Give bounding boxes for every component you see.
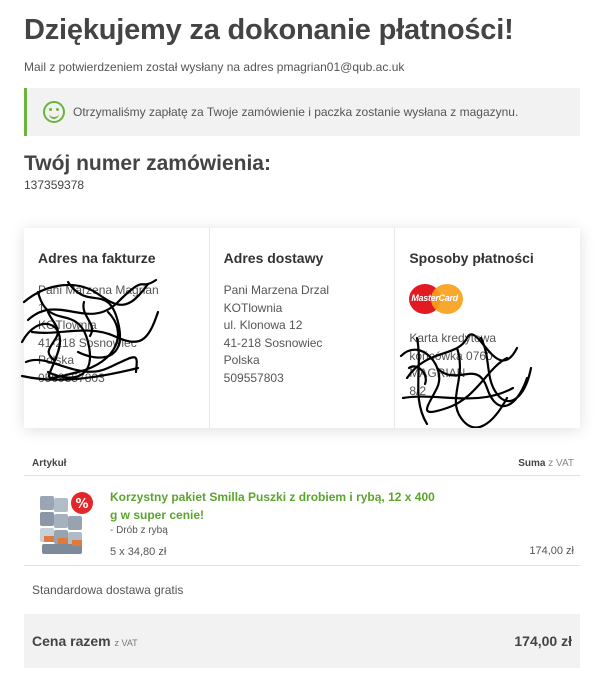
payment-line: końcówka 0760 bbox=[409, 348, 493, 363]
payment-method: Sposoby płatności MasterCard Karta kredy… bbox=[395, 228, 580, 428]
product-variant: - Drób z rybą bbox=[110, 525, 168, 536]
total-suffix: z VAT bbox=[114, 638, 138, 648]
total-label: Cena razem bbox=[32, 633, 111, 649]
billing-line: Pani Marzena Magrian bbox=[38, 283, 159, 297]
delivery-line: Polska bbox=[223, 353, 260, 367]
billing-line: KOTlownia bbox=[38, 318, 97, 332]
product-quantity: 5 x 34,80 zł bbox=[110, 546, 167, 558]
total-label-group: Cena razem z VAT bbox=[32, 633, 138, 649]
delivery-line: ul. Klonowa 12 bbox=[223, 318, 303, 332]
product-image: % bbox=[40, 492, 93, 554]
column-sum-suffix: z VAT bbox=[548, 458, 574, 469]
confirmation-email-text: Mail z potwierdzeniem został wysłany na … bbox=[24, 60, 405, 74]
delivery-line: 41-218 Sosnowiec bbox=[223, 335, 323, 350]
billing-title: Adres na fakturze bbox=[38, 250, 156, 266]
product-name-link[interactable]: Korzystny pakiet Smilla Puszki z drobiem… bbox=[110, 488, 440, 524]
order-number: 137359378 bbox=[24, 178, 85, 192]
delivery-line: Pani Marzena Drzal bbox=[223, 283, 330, 297]
billing-line: 0509557803 bbox=[38, 370, 105, 385]
discount-badge: % bbox=[75, 497, 88, 512]
delivery-line: 509557803 bbox=[223, 370, 284, 385]
total-summary: Cena razem z VAT 174,00 zł bbox=[24, 614, 580, 668]
mastercard-logo-text: MasterCard bbox=[411, 293, 458, 303]
product-sum: 174,00 zł bbox=[529, 545, 574, 557]
notice-text: Otrzymaliśmy zapłatę za Twoje zamówienie… bbox=[73, 105, 519, 119]
shipping-info: Standardowa dostawa gratis bbox=[32, 583, 184, 597]
mastercard-logo: MasterCard bbox=[409, 282, 464, 316]
table-row: % Korzystny pakiet Smilla Puszki z drobi… bbox=[24, 476, 580, 566]
page-title: Dziękujemy za dokonanie płatności! bbox=[24, 14, 514, 46]
column-item: Artykuł bbox=[32, 458, 67, 469]
billing-line: 41-218 Sosnowiec bbox=[38, 335, 137, 350]
payment-line: MAGRIAN bbox=[409, 366, 466, 380]
payment-line: 8/2 bbox=[409, 383, 427, 398]
billing-line: 1 bbox=[38, 300, 45, 315]
column-sum: Suma z VAT bbox=[518, 458, 574, 469]
column-sum-label: Suma bbox=[518, 458, 546, 469]
total-value: 174,00 zł bbox=[514, 633, 572, 649]
delivery-title: Adres dostawy bbox=[223, 250, 324, 266]
delivery-address: Adres dostawy Pani Marzena Drzal KOTlown… bbox=[210, 228, 396, 428]
payment-title: Sposoby płatności bbox=[409, 250, 534, 266]
order-number-label: Twój numer zamówienia: bbox=[24, 152, 271, 175]
delivery-line: KOTlownia bbox=[223, 300, 283, 315]
smiley-icon bbox=[43, 101, 65, 123]
billing-address: Adres na fakturze Pani Marzena Magrian 1… bbox=[20, 228, 210, 428]
payment-notice: Otrzymaliśmy zapłatę za Twoje zamówienie… bbox=[24, 88, 580, 136]
billing-line: Polska bbox=[38, 353, 75, 367]
payment-line: Karta kredytowa bbox=[409, 331, 497, 345]
items-table-header: Artykuł Suma z VAT bbox=[24, 452, 580, 476]
address-panel: Adres na fakturze Pani Marzena Magrian 1… bbox=[20, 228, 580, 428]
